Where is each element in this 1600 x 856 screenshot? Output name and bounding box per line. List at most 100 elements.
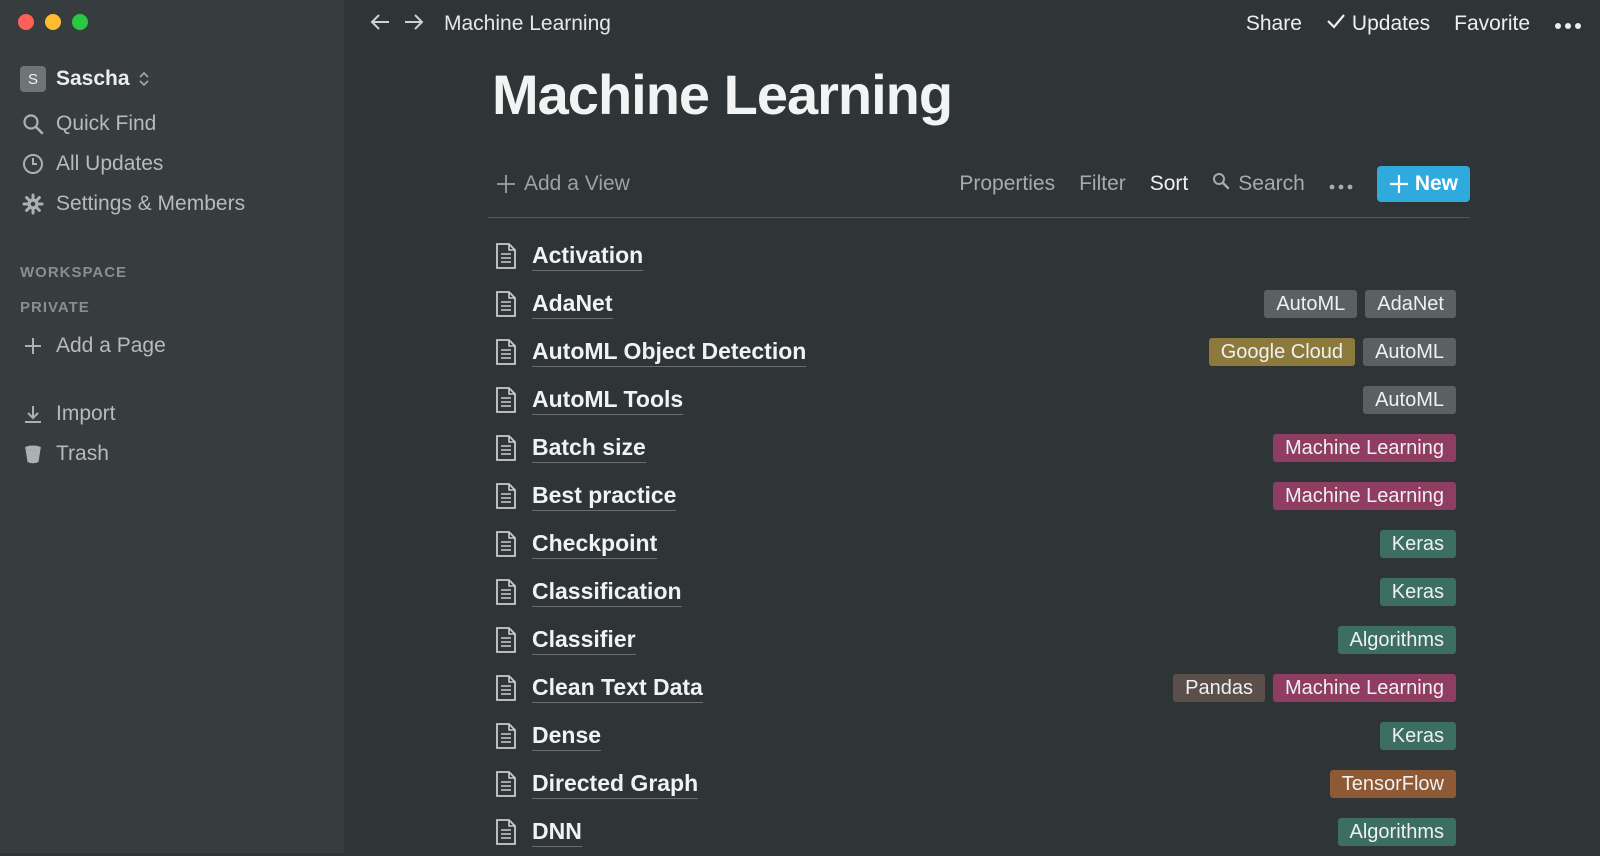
list-item[interactable]: Classification Keras bbox=[494, 568, 1464, 616]
list-item[interactable]: Best practice Machine Learning bbox=[494, 472, 1464, 520]
workspace-name: Sascha bbox=[56, 67, 130, 90]
add-view-button[interactable]: Add a View bbox=[496, 172, 630, 196]
share-button[interactable]: Share bbox=[1246, 12, 1302, 36]
window-controls bbox=[18, 14, 88, 30]
list-item[interactable]: Directed Graph TensorFlow bbox=[494, 760, 1464, 808]
sidebar-item-label: Settings & Members bbox=[56, 192, 246, 215]
document-icon bbox=[494, 530, 518, 558]
breadcrumb[interactable]: Machine Learning bbox=[444, 12, 611, 36]
sidebar-item-label: Quick Find bbox=[56, 112, 157, 135]
forward-arrow-icon[interactable] bbox=[402, 10, 426, 41]
document-icon bbox=[494, 338, 518, 366]
workspace-switcher[interactable]: S Sascha bbox=[20, 66, 150, 92]
document-icon bbox=[494, 434, 518, 462]
list-item[interactable]: AutoML Tools AutoML bbox=[494, 376, 1464, 424]
plus-icon bbox=[1389, 174, 1409, 195]
tag-badge: Algorithms bbox=[1337, 626, 1456, 654]
tag-badge: AutoML bbox=[1264, 290, 1358, 318]
document-icon bbox=[494, 722, 518, 750]
add-page-label: Add a Page bbox=[56, 334, 166, 357]
list-item-title[interactable]: Directed Graph bbox=[532, 770, 699, 799]
page-title[interactable]: Machine Learning bbox=[492, 62, 953, 127]
list-item-title[interactable]: Dense bbox=[532, 722, 602, 751]
list-item-title[interactable]: Batch size bbox=[532, 434, 646, 463]
tag-badge: AutoML bbox=[1363, 338, 1456, 366]
tag-group: Keras bbox=[1379, 578, 1456, 606]
topbar: Machine Learning Share Updates Favorite bbox=[344, 0, 1600, 48]
page-list: Activation AdaNet AutoML AdaNet AutoML Objec… bbox=[494, 232, 1464, 856]
list-item-title[interactable]: Classification bbox=[532, 578, 682, 607]
tag-group: AutoML AdaNet bbox=[1264, 290, 1456, 318]
tag-group: Google Cloud AutoML bbox=[1208, 338, 1456, 366]
document-icon bbox=[494, 290, 518, 318]
tag-group: AutoML bbox=[1363, 386, 1456, 414]
tag-group: Keras bbox=[1379, 530, 1456, 558]
app-window: S Sascha Quick Find All Updates Settings… bbox=[0, 0, 1600, 853]
search-label: Search bbox=[1238, 172, 1305, 195]
sidebar-item-label: All Updates bbox=[56, 152, 164, 175]
close-window-button[interactable] bbox=[18, 14, 34, 30]
list-item[interactable]: Checkpoint Keras bbox=[494, 520, 1464, 568]
document-icon bbox=[494, 818, 518, 846]
updates-button[interactable]: Updates bbox=[1326, 12, 1430, 36]
list-item[interactable]: Dense Keras bbox=[494, 712, 1464, 760]
list-item-title[interactable]: AutoML Object Detection bbox=[532, 338, 807, 367]
add-page-button[interactable]: Add a Page bbox=[22, 334, 166, 358]
view-more-icon[interactable] bbox=[1329, 172, 1353, 196]
list-item-title[interactable]: AutoML Tools bbox=[532, 386, 684, 415]
list-item[interactable]: DNN Algorithms bbox=[494, 808, 1464, 856]
back-arrow-icon[interactable] bbox=[368, 10, 392, 41]
document-icon bbox=[494, 770, 518, 798]
clock-icon bbox=[22, 153, 44, 175]
main-content: Machine Learning Share Updates Favorite … bbox=[344, 0, 1600, 853]
top-actions: Share Updates Favorite bbox=[1246, 12, 1582, 36]
sidebar-item-quick-find[interactable]: Quick Find bbox=[22, 112, 156, 136]
search-icon bbox=[22, 113, 44, 135]
list-item[interactable]: AdaNet AutoML AdaNet bbox=[494, 280, 1464, 328]
trash-label: Trash bbox=[56, 442, 109, 465]
tag-badge: Keras bbox=[1379, 530, 1456, 558]
trash-button[interactable]: Trash bbox=[22, 442, 109, 466]
tag-badge: Google Cloud bbox=[1208, 338, 1356, 366]
sort-button[interactable]: Sort bbox=[1150, 172, 1189, 196]
search-button[interactable]: Search bbox=[1212, 172, 1305, 196]
document-icon bbox=[494, 482, 518, 510]
list-item[interactable]: Clean Text Data Pandas Machine Learning bbox=[494, 664, 1464, 712]
document-icon bbox=[494, 674, 518, 702]
import-button[interactable]: Import bbox=[22, 402, 116, 426]
new-button[interactable]: New bbox=[1376, 166, 1470, 202]
sidebar-item-all-updates[interactable]: All Updates bbox=[22, 152, 163, 176]
sidebar: S Sascha Quick Find All Updates Settings… bbox=[0, 0, 344, 853]
list-item[interactable]: AutoML Object Detection Google Cloud AutoM… bbox=[494, 328, 1464, 376]
more-options-icon[interactable] bbox=[1554, 13, 1582, 36]
list-item-title[interactable]: Best practice bbox=[532, 482, 677, 511]
list-item[interactable]: Batch size Machine Learning bbox=[494, 424, 1464, 472]
minimize-window-button[interactable] bbox=[45, 14, 61, 30]
list-item-title[interactable]: AdaNet bbox=[532, 290, 613, 319]
list-item[interactable]: Activation bbox=[494, 232, 1464, 280]
plus-icon bbox=[22, 335, 44, 357]
new-button-label: New bbox=[1414, 172, 1458, 195]
check-icon bbox=[1326, 12, 1346, 36]
tag-group: Keras bbox=[1379, 722, 1456, 750]
add-view-label: Add a View bbox=[524, 172, 630, 195]
list-item-title[interactable]: Classifier bbox=[532, 626, 636, 655]
document-icon bbox=[494, 242, 518, 270]
properties-button[interactable]: Properties bbox=[959, 172, 1055, 196]
import-label: Import bbox=[56, 402, 116, 425]
list-item-title[interactable]: DNN bbox=[532, 818, 582, 847]
list-item-title[interactable]: Activation bbox=[532, 242, 644, 271]
tag-badge: Machine Learning bbox=[1273, 674, 1456, 702]
gear-icon bbox=[22, 193, 44, 215]
list-item-title[interactable]: Clean Text Data bbox=[532, 674, 703, 703]
section-heading-workspace: WORKSPACE bbox=[20, 264, 128, 281]
favorite-button[interactable]: Favorite bbox=[1454, 12, 1530, 36]
tag-group: Algorithms bbox=[1337, 626, 1456, 654]
tag-badge: AdaNet bbox=[1365, 290, 1456, 318]
filter-button[interactable]: Filter bbox=[1079, 172, 1126, 196]
search-icon bbox=[1212, 172, 1230, 196]
list-item[interactable]: Classifier Algorithms bbox=[494, 616, 1464, 664]
sidebar-item-settings[interactable]: Settings & Members bbox=[22, 192, 245, 216]
maximize-window-button[interactable] bbox=[72, 14, 88, 30]
list-item-title[interactable]: Checkpoint bbox=[532, 530, 658, 559]
